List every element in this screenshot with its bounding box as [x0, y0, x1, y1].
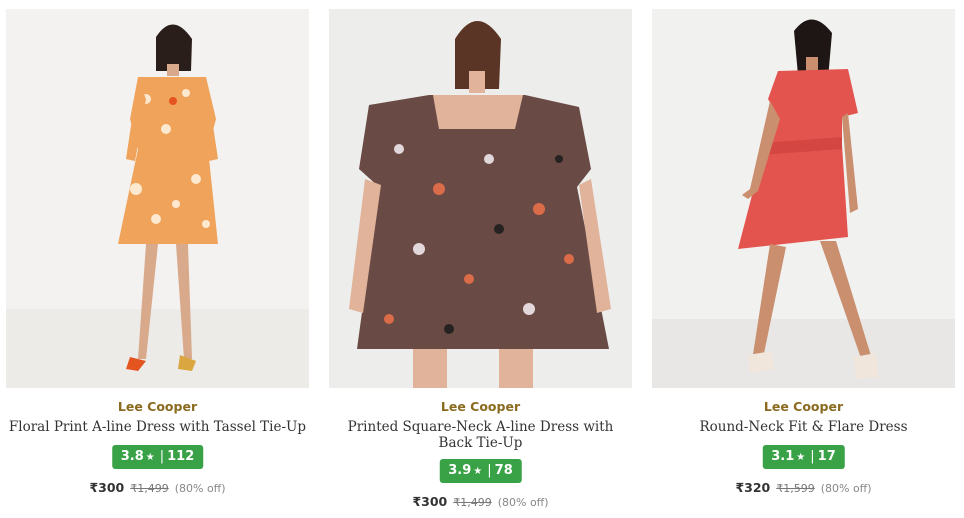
selling-price: ₹320	[735, 480, 771, 495]
product-title[interactable]: Printed Square-Neck A-line Dress with Ba…	[329, 419, 632, 451]
discount-percent: (80% off)	[820, 482, 872, 495]
rating-badge: 3.1 ★ | 17	[762, 445, 845, 469]
discount-percent: (80% off)	[497, 496, 549, 509]
product-image[interactable]	[329, 9, 632, 388]
discount-percent: (80% off)	[174, 482, 226, 495]
selling-price: ₹300	[412, 494, 448, 509]
product-brand[interactable]: Lee Cooper	[329, 399, 632, 414]
product-photo-floral-dress	[6, 9, 309, 388]
rating-separator: |	[487, 463, 492, 478]
star-icon: ★	[473, 466, 483, 477]
original-price: ₹1,599	[776, 482, 815, 495]
rating-badge: 3.9 ★ | 78	[439, 459, 522, 483]
selling-price: ₹300	[89, 480, 125, 495]
rating-value: 3.8	[120, 449, 144, 464]
product-title[interactable]: Round-Neck Fit & Flare Dress	[652, 419, 955, 436]
rating-badge: 3.8 ★ | 112	[111, 445, 204, 469]
rating-separator: |	[810, 449, 815, 464]
product-image[interactable]	[6, 9, 309, 388]
original-price: ₹1,499	[130, 482, 169, 495]
price-row: ₹300 ₹1,499 (80% off)	[329, 494, 632, 509]
star-icon: ★	[145, 452, 155, 463]
review-count: 112	[167, 449, 195, 464]
price-row: ₹320 ₹1,599 (80% off)	[652, 480, 955, 495]
rating-separator: |	[159, 449, 165, 464]
rating-value: 3.9	[448, 463, 472, 478]
rating-value: 3.1	[771, 449, 795, 464]
product-brand[interactable]: Lee Cooper	[6, 399, 309, 414]
review-count: 17	[817, 449, 836, 464]
product-grid: Lee Cooper Floral Print A-line Dress wit…	[0, 0, 964, 518]
product-photo-printed-dress	[329, 9, 632, 388]
star-icon: ★	[796, 452, 806, 463]
original-price: ₹1,499	[453, 496, 492, 509]
product-brand[interactable]: Lee Cooper	[652, 399, 955, 414]
price-row: ₹300 ₹1,499 (80% off)	[6, 480, 309, 495]
product-title[interactable]: Floral Print A-line Dress with Tassel Ti…	[6, 419, 309, 436]
review-count: 78	[494, 463, 513, 478]
product-photo-red-dress	[652, 9, 955, 388]
product-image[interactable]	[652, 9, 955, 388]
